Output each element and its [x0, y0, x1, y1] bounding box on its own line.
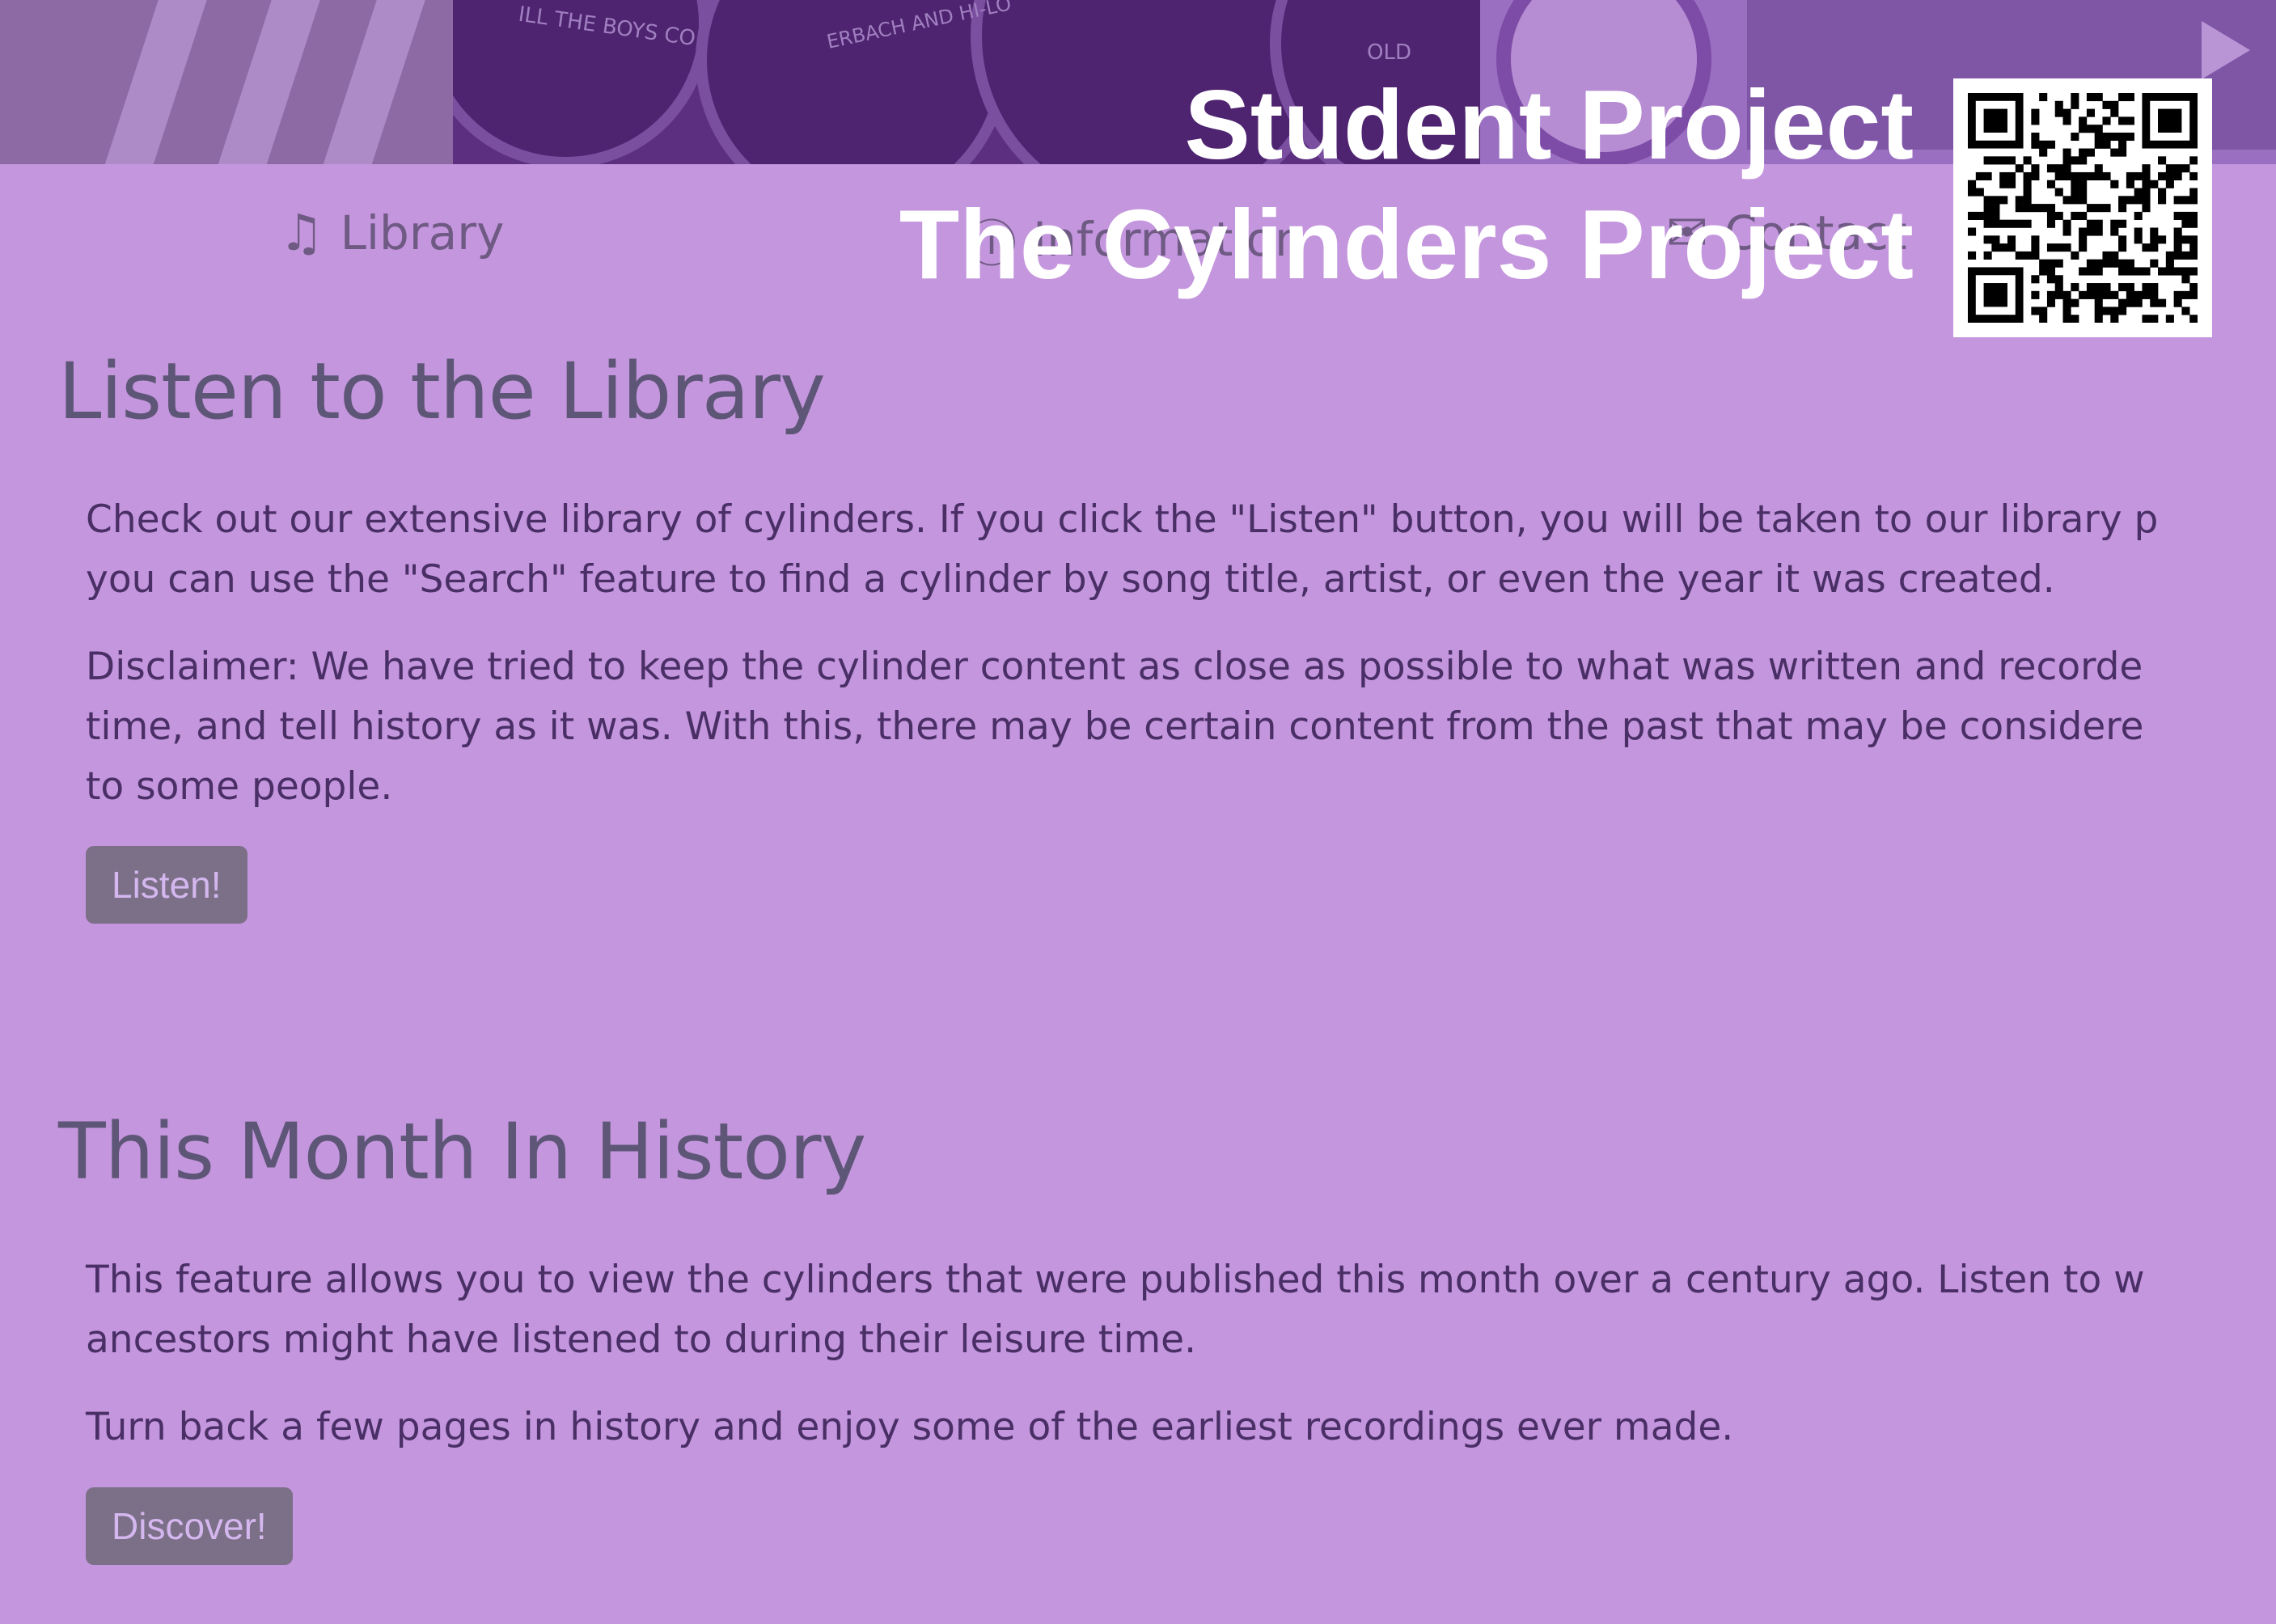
overlay-title: Student Project The Cylinders Project: [899, 65, 1914, 304]
listen-button[interactable]: Listen!: [86, 846, 247, 924]
overlay-line-1: Student Project: [1184, 70, 1914, 180]
discover-button[interactable]: Discover!: [86, 1487, 293, 1565]
can-label: OLD: [1367, 40, 1411, 65]
nav-item-library[interactable]: ♫ Library: [279, 203, 504, 262]
library-paragraph-1: Check out our extensive library of cylin…: [86, 497, 2159, 602]
library-heading: Listen to the Library: [58, 346, 826, 437]
banner-stripes: [0, 0, 485, 164]
history-paragraph-2: Turn back a few pages in history and enj…: [86, 1405, 1734, 1449]
music-note-icon: ♫: [279, 203, 324, 262]
play-icon: [2202, 21, 2250, 79]
history-paragraph-1: This feature allows you to view the cyli…: [86, 1258, 2145, 1362]
library-disclaimer: Disclaimer: We have tried to keep the cy…: [86, 645, 2144, 809]
nav-item-label: Library: [340, 205, 505, 260]
history-heading: This Month In History: [58, 1106, 866, 1197]
qr-code: [1953, 78, 2212, 337]
overlay-line-2: The Cylinders Project: [899, 189, 1914, 299]
